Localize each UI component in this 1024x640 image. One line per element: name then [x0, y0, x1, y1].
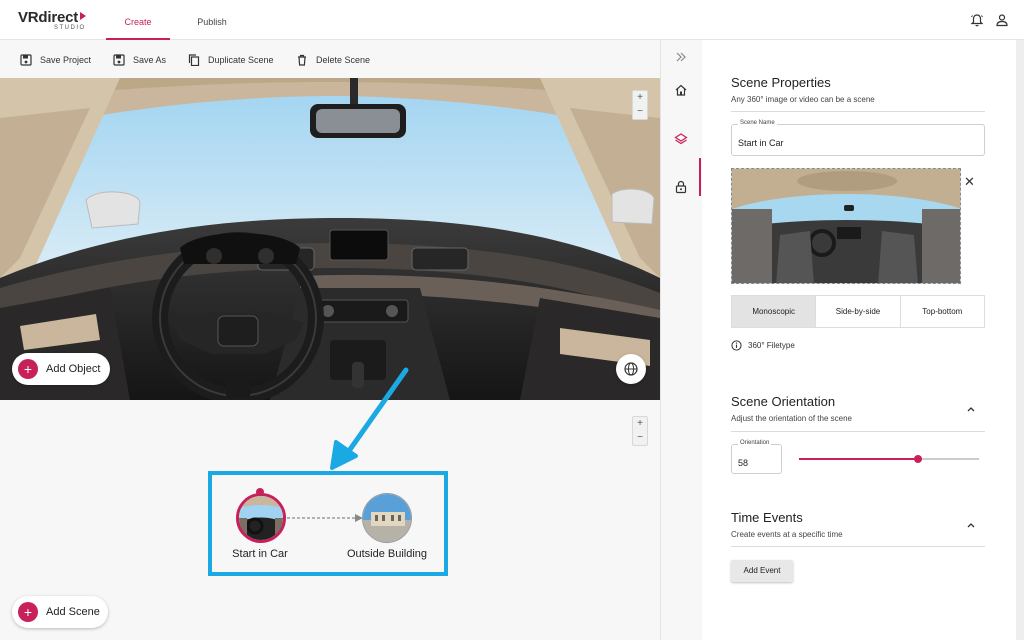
format-monoscopic[interactable]: Monoscopic [732, 296, 817, 327]
add-scene-button[interactable]: + Add Scene [12, 596, 108, 628]
graph-zoom-out-button[interactable]: − [633, 431, 647, 445]
tab-create[interactable]: Create [106, 0, 170, 40]
panel-scrollbar[interactable] [1016, 40, 1024, 640]
duplicate-scene-button[interactable]: Duplicate Scene [188, 52, 274, 68]
section-divider [731, 546, 985, 547]
filetype-info[interactable]: 360° Filetype [731, 340, 795, 351]
lock-icon[interactable] [674, 180, 688, 194]
info-icon [731, 340, 742, 351]
scene-orientation-subtitle: Adjust the orientation of the scene [731, 414, 852, 423]
add-object-button[interactable]: + Add Object [12, 353, 110, 385]
chevron-up-icon[interactable] [966, 520, 976, 530]
orientation-value: 58 [738, 458, 749, 468]
plus-icon: + [18, 602, 38, 622]
format-side-by-side[interactable]: Side-by-side [816, 296, 901, 327]
save-as-label: Save As [133, 55, 167, 65]
save-icon [113, 54, 125, 66]
delete-scene-button[interactable]: Delete Scene [296, 52, 370, 68]
save-project-label: Save Project [40, 55, 92, 65]
bell-icon[interactable] [970, 13, 984, 27]
car-interior-panorama [0, 78, 660, 400]
user-icon[interactable] [995, 13, 1009, 27]
logo-play-icon [80, 12, 87, 20]
graph-zoom-control: + − [632, 416, 648, 446]
filetype-label: 360° Filetype [748, 341, 795, 350]
save-icon [20, 54, 32, 66]
orientation-label: Orientation [738, 440, 772, 446]
orientation-slider-handle[interactable] [913, 455, 922, 463]
scene-thumbnail [239, 496, 283, 540]
format-top-bottom[interactable]: Top-bottom [901, 296, 984, 327]
orientation-slider-fill [799, 458, 918, 460]
scene-thumbnail [363, 494, 411, 542]
save-as-button[interactable]: Save As [113, 52, 166, 68]
scene-node-outside-building[interactable] [362, 493, 412, 543]
orientation-slider[interactable] [799, 455, 979, 463]
scene-name-label: Scene Name [738, 120, 777, 126]
vrdirect-logo[interactable]: VRdirect STUDIO [18, 9, 88, 33]
scene-link-connector [287, 514, 363, 522]
scene-node-start-in-car[interactable] [236, 493, 286, 543]
globe-view-button[interactable] [616, 354, 646, 384]
plus-icon: + [18, 359, 38, 379]
scene-viewer[interactable]: + − [0, 78, 660, 400]
viewer-zoom-in-button[interactable]: + [633, 91, 647, 105]
scene-node-label: Start in Car [232, 548, 288, 560]
scene-name-field[interactable]: Scene Name Start in Car [731, 120, 985, 156]
viewer-zoom-control: + − [632, 90, 648, 120]
scene-properties-subtitle: Any 360° image or video can be a scene [731, 95, 875, 104]
rail-active-indicator [699, 158, 701, 196]
globe-icon [624, 362, 638, 376]
logo-text: VRdirect [18, 9, 79, 26]
scene-panorama-thumbnail [732, 169, 960, 283]
tab-publish[interactable]: Publish [182, 0, 242, 40]
remove-image-button[interactable]: ✕ [964, 174, 975, 190]
delete-scene-label: Delete Scene [316, 55, 371, 65]
scene-image-dropzone[interactable] [731, 168, 961, 284]
add-scene-label: Add Scene [46, 606, 100, 618]
scene-name-value: Start in Car [738, 138, 784, 148]
section-divider [731, 431, 985, 432]
top-nav-bar: VRdirect STUDIO Create Publish [0, 0, 1024, 40]
scene-node-label: Outside Building [346, 548, 428, 560]
collapse-chevrons-icon[interactable] [674, 50, 688, 64]
scene-properties-title: Scene Properties [731, 75, 831, 90]
time-events-subtitle: Create events at a specific time [731, 530, 843, 539]
home-icon[interactable] [674, 83, 688, 97]
layers-icon[interactable] [674, 132, 688, 146]
scene-toolbar: Save Project Save As Duplicate Scene Del… [0, 40, 660, 78]
section-divider [731, 111, 985, 112]
tutorial-arrow-icon [330, 367, 409, 470]
duplicate-icon [188, 54, 200, 66]
side-rail [660, 40, 702, 640]
stereo-format-selector: Monoscopic Side-by-side Top-bottom [731, 295, 985, 328]
logo-subtext: STUDIO [54, 25, 86, 31]
active-scene-indicator [256, 488, 264, 496]
add-event-button[interactable]: Add Event [731, 560, 793, 582]
orientation-input[interactable]: Orientation 58 [731, 440, 782, 474]
scene-orientation-title: Scene Orientation [731, 394, 836, 409]
time-events-title: Time Events [731, 510, 803, 525]
save-project-button[interactable]: Save Project [20, 52, 91, 68]
trash-icon [298, 54, 306, 66]
chevron-up-icon[interactable] [966, 404, 976, 414]
properties-panel: Scene Properties Any 360° image or video… [702, 40, 1016, 640]
duplicate-scene-label: Duplicate Scene [208, 55, 274, 65]
viewer-zoom-out-button[interactable]: − [633, 105, 647, 119]
graph-zoom-in-button[interactable]: + [633, 417, 647, 431]
add-object-label: Add Object [46, 363, 101, 375]
